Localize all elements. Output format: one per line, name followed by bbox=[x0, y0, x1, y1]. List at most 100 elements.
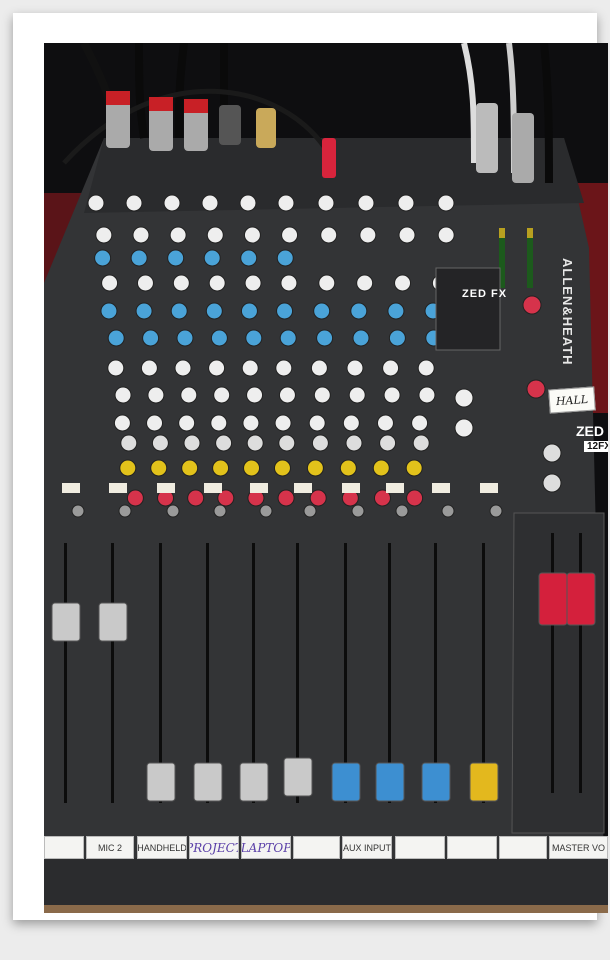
channel-knob[interactable] bbox=[201, 194, 219, 212]
mute-button[interactable] bbox=[204, 483, 222, 493]
channel-knob[interactable] bbox=[339, 459, 357, 477]
channel-knob[interactable] bbox=[169, 226, 187, 244]
channel-knob[interactable] bbox=[178, 414, 196, 432]
mute-button[interactable] bbox=[342, 483, 360, 493]
channel-knob[interactable] bbox=[205, 302, 223, 320]
channel-knob[interactable] bbox=[246, 434, 264, 452]
channel-knob[interactable] bbox=[208, 359, 226, 377]
channel-knob[interactable] bbox=[135, 302, 153, 320]
channel-knob[interactable] bbox=[397, 194, 415, 212]
channel-knob[interactable] bbox=[210, 414, 228, 432]
channel-knob[interactable] bbox=[183, 434, 201, 452]
channel-knob[interactable] bbox=[281, 226, 299, 244]
channel-knob[interactable] bbox=[167, 249, 185, 267]
pfl-button[interactable] bbox=[441, 504, 455, 518]
channel-knob[interactable] bbox=[306, 459, 324, 477]
master-knob[interactable] bbox=[454, 418, 474, 438]
channel-knob[interactable] bbox=[244, 274, 262, 292]
channel-knob[interactable] bbox=[95, 226, 113, 244]
channel-knob[interactable] bbox=[136, 274, 154, 292]
pfl-button[interactable] bbox=[489, 504, 503, 518]
channel-knob[interactable] bbox=[277, 194, 295, 212]
channel-knob[interactable] bbox=[346, 359, 364, 377]
channel-knob[interactable] bbox=[243, 226, 261, 244]
channel-knob[interactable] bbox=[243, 459, 261, 477]
channel-knob[interactable] bbox=[130, 249, 148, 267]
channel-knob[interactable] bbox=[125, 194, 143, 212]
pfl-button[interactable] bbox=[213, 504, 227, 518]
channel-fader[interactable] bbox=[98, 602, 128, 642]
channel-knob[interactable] bbox=[417, 359, 435, 377]
channel-knob[interactable] bbox=[150, 459, 168, 477]
channel-knob[interactable] bbox=[203, 249, 221, 267]
channel-knob[interactable] bbox=[411, 414, 429, 432]
mute-button[interactable] bbox=[157, 483, 175, 493]
channel-knob[interactable] bbox=[309, 489, 327, 507]
channel-knob[interactable] bbox=[114, 386, 132, 404]
mute-button[interactable] bbox=[250, 483, 268, 493]
channel-knob[interactable] bbox=[113, 414, 131, 432]
channel-knob[interactable] bbox=[241, 359, 259, 377]
channel-knob[interactable] bbox=[206, 226, 224, 244]
master-knob[interactable] bbox=[526, 379, 546, 399]
channel-knob[interactable] bbox=[278, 386, 296, 404]
channel-knob[interactable] bbox=[387, 302, 405, 320]
channel-knob[interactable] bbox=[181, 459, 199, 477]
channel-knob[interactable] bbox=[140, 359, 158, 377]
channel-knob[interactable] bbox=[412, 434, 430, 452]
channel-knob[interactable] bbox=[383, 386, 401, 404]
channel-knob[interactable] bbox=[342, 414, 360, 432]
channel-knob[interactable] bbox=[246, 386, 264, 404]
channel-knob[interactable] bbox=[318, 274, 336, 292]
mute-button[interactable] bbox=[294, 483, 312, 493]
channel-knob[interactable] bbox=[213, 386, 231, 404]
channel-knob[interactable] bbox=[212, 459, 230, 477]
channel-fader[interactable] bbox=[51, 602, 81, 642]
master-knob[interactable] bbox=[542, 473, 562, 493]
master-knob[interactable] bbox=[522, 295, 542, 315]
channel-knob[interactable] bbox=[100, 302, 118, 320]
master-knob[interactable] bbox=[454, 388, 474, 408]
channel-knob[interactable] bbox=[320, 226, 338, 244]
pfl-button[interactable] bbox=[351, 504, 365, 518]
mute-button[interactable] bbox=[62, 483, 80, 493]
channel-knob[interactable] bbox=[313, 386, 331, 404]
channel-knob[interactable] bbox=[170, 302, 188, 320]
channel-knob[interactable] bbox=[172, 274, 190, 292]
channel-knob[interactable] bbox=[308, 414, 326, 432]
pfl-button[interactable] bbox=[71, 504, 85, 518]
channel-fader[interactable] bbox=[146, 762, 176, 802]
channel-knob[interactable] bbox=[394, 274, 412, 292]
channel-fader[interactable] bbox=[421, 762, 451, 802]
channel-knob[interactable] bbox=[348, 386, 366, 404]
channel-knob[interactable] bbox=[274, 414, 292, 432]
channel-knob[interactable] bbox=[352, 329, 370, 347]
channel-knob[interactable] bbox=[276, 249, 294, 267]
channel-knob[interactable] bbox=[94, 249, 112, 267]
channel-knob[interactable] bbox=[276, 302, 294, 320]
channel-knob[interactable] bbox=[101, 274, 119, 292]
channel-knob[interactable] bbox=[406, 489, 424, 507]
channel-knob[interactable] bbox=[311, 434, 329, 452]
channel-knob[interactable] bbox=[382, 359, 400, 377]
channel-knob[interactable] bbox=[151, 434, 169, 452]
channel-knob[interactable] bbox=[279, 329, 297, 347]
channel-knob[interactable] bbox=[146, 414, 164, 432]
channel-knob[interactable] bbox=[163, 194, 181, 212]
pfl-button[interactable] bbox=[303, 504, 317, 518]
channel-knob[interactable] bbox=[345, 434, 363, 452]
channel-knob[interactable] bbox=[278, 434, 296, 452]
channel-knob[interactable] bbox=[210, 329, 228, 347]
channel-knob[interactable] bbox=[350, 302, 368, 320]
channel-knob[interactable] bbox=[107, 359, 125, 377]
channel-knob[interactable] bbox=[376, 414, 394, 432]
channel-knob[interactable] bbox=[379, 434, 397, 452]
channel-knob[interactable] bbox=[245, 329, 263, 347]
mute-button[interactable] bbox=[480, 483, 498, 493]
channel-knob[interactable] bbox=[310, 359, 328, 377]
mute-button[interactable] bbox=[432, 483, 450, 493]
channel-knob[interactable] bbox=[275, 359, 293, 377]
channel-fader[interactable] bbox=[331, 762, 361, 802]
channel-knob[interactable] bbox=[398, 226, 416, 244]
channel-knob[interactable] bbox=[405, 459, 423, 477]
